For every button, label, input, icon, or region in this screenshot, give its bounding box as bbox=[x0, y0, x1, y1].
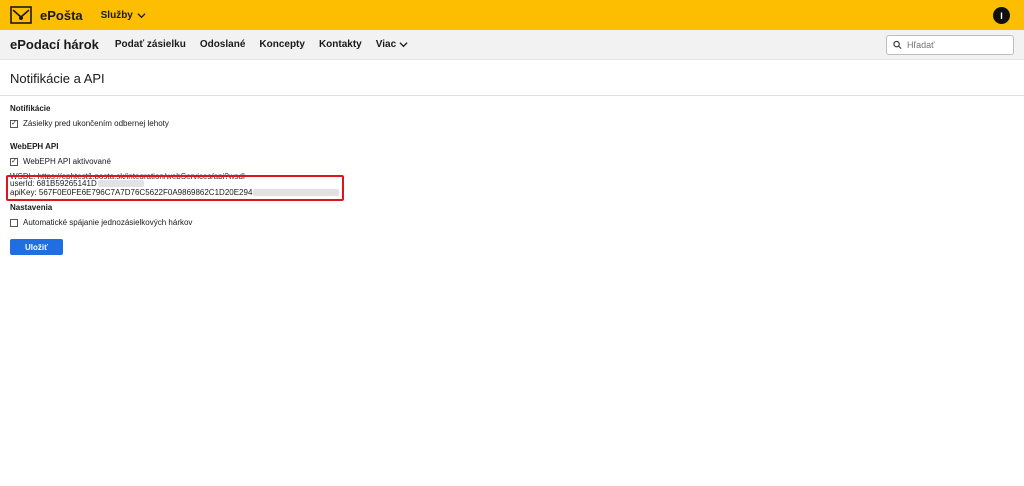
settings-form: Notifikácie ✓ Zásielky pred ukončením od… bbox=[0, 104, 1024, 255]
nav-item-viac-label: Viac bbox=[375, 39, 397, 50]
webeph-section-title: WebEPH API bbox=[10, 142, 59, 151]
webeph-checkbox-label: WebEPH API aktivované bbox=[23, 157, 111, 166]
nav-item-kontakty[interactable]: Kontakty bbox=[319, 39, 362, 50]
chevron-down-icon bbox=[399, 42, 408, 48]
page-header: Notifikácie a API bbox=[0, 60, 1024, 96]
settings-section-title: Nastavenia bbox=[10, 203, 53, 212]
webeph-option[interactable]: ✓ WebEPH API aktivované bbox=[10, 157, 1014, 166]
save-button[interactable]: Uložiť bbox=[10, 239, 63, 255]
nav-item-podat-zasielku[interactable]: Podať zásielku bbox=[115, 39, 186, 50]
notifications-checkbox[interactable]: ✓ bbox=[10, 119, 18, 128]
services-menu[interactable]: Služby bbox=[101, 10, 146, 21]
user-avatar[interactable]: I bbox=[993, 7, 1010, 24]
webeph-checkbox[interactable]: ✓ bbox=[10, 157, 18, 166]
nav-bar: ePodací hárok Podať zásielku Odoslané Ko… bbox=[0, 30, 1024, 60]
settings-option[interactable]: Automatické spájanie jednozásielkových h… bbox=[10, 218, 1014, 227]
search-input[interactable] bbox=[907, 40, 1007, 50]
auto-merge-checkbox-label: Automatické spájanie jednozásielkových h… bbox=[23, 218, 193, 227]
api-credentials: WSDL: https://ephtest1.posta.sk/integrat… bbox=[6, 172, 1014, 201]
search-icon bbox=[893, 40, 902, 49]
notifications-section-title: Notifikácie bbox=[10, 104, 51, 113]
page-title: Notifikácie a API bbox=[10, 71, 105, 86]
app-title[interactable]: ePodací hárok bbox=[10, 37, 99, 52]
brand-logo[interactable]: ePošta bbox=[10, 6, 101, 24]
nav-item-viac[interactable]: Viac bbox=[376, 39, 408, 50]
services-label: Služby bbox=[100, 9, 133, 21]
highlight-box bbox=[6, 175, 344, 201]
post-horn-logo-icon bbox=[10, 6, 32, 24]
notifications-checkbox-label: Zásielky pred ukončením odbernej lehoty bbox=[23, 119, 169, 128]
search-box[interactable] bbox=[886, 35, 1014, 55]
brand-name: ePošta bbox=[40, 7, 83, 23]
nav-item-koncepty[interactable]: Koncepty bbox=[259, 39, 305, 50]
chevron-down-icon bbox=[137, 12, 146, 18]
notifications-option[interactable]: ✓ Zásielky pred ukončením odbernej lehot… bbox=[10, 119, 1014, 128]
nav-item-odoslane[interactable]: Odoslané bbox=[200, 39, 246, 50]
top-bar: ePošta Služby I bbox=[0, 0, 1024, 30]
auto-merge-checkbox[interactable] bbox=[10, 218, 18, 227]
